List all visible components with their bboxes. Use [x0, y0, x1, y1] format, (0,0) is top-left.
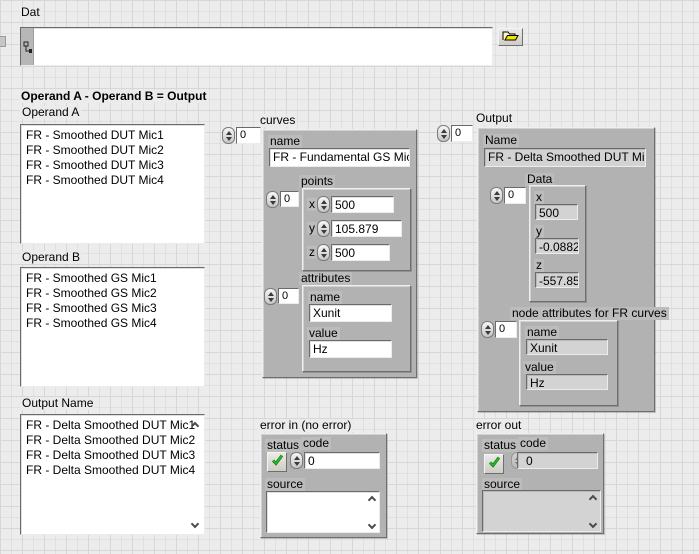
node-attr-value-label: value [523, 361, 556, 374]
data-y-field: -0.08823 [535, 238, 579, 254]
check-icon [271, 453, 284, 471]
point-y-spinner[interactable] [317, 220, 330, 237]
error-in-status-button[interactable] [267, 452, 287, 472]
error-out-code-label: code [518, 437, 548, 450]
point-y-label: y [307, 222, 317, 235]
error-in-code-label: code [301, 437, 331, 450]
list-item: FR - Smoothed DUT Mic3 [26, 158, 199, 173]
list-item: FR - Delta Smoothed DUT Mic4 [26, 463, 199, 478]
error-in-source-field[interactable] [266, 491, 380, 533]
point-z-field[interactable]: 500 [331, 244, 390, 261]
browse-button[interactable] [498, 28, 523, 46]
check-icon [488, 455, 501, 473]
attribute-value-field[interactable]: Hz [309, 340, 392, 358]
output-name-label: Output Name [20, 397, 95, 410]
list-item: FR - Smoothed GS Mic1 [26, 271, 199, 286]
attributes-label: attributes [299, 272, 352, 285]
output-name-field-label: Name [483, 134, 519, 147]
curves-index-value[interactable]: 0 [236, 127, 261, 144]
attribute-name-label: name [308, 291, 342, 304]
node-attributes-label: node attributes for FR curves [510, 307, 669, 320]
error-out-label: error out [474, 419, 523, 432]
point-x-field[interactable]: 500 [331, 196, 394, 213]
node-attributes-index-spinner[interactable] [481, 321, 494, 338]
points-index-value[interactable]: 0 [280, 191, 299, 207]
operand-b-listbox[interactable]: FR - Smoothed GS Mic1 FR - Smoothed GS M… [20, 267, 205, 387]
attribute-value-label: value [307, 327, 340, 340]
list-item: FR - Delta Smoothed DUT Mic2 [26, 433, 199, 448]
labview-front-panel: { "colors":{"status_ok_green":"#1da11d",… [0, 0, 699, 554]
node-attr-name-field: Xunit [526, 339, 608, 355]
node-attr-name-label: name [525, 326, 559, 339]
output-name-field: FR - Delta Smoothed DUT Mic1 [484, 148, 646, 167]
data-z-field: -557.857 [535, 272, 579, 288]
path-symbol-icon [23, 41, 33, 58]
list-item: FR - Delta Smoothed DUT Mic1 [26, 418, 199, 433]
open-folder-icon [502, 28, 519, 46]
node-attributes-index-value[interactable]: 0 [495, 321, 517, 338]
operand-b-label: Operand B [20, 251, 82, 264]
panel-edge-decoration [0, 36, 6, 47]
point-z-spinner[interactable] [317, 244, 330, 261]
list-item: FR - Smoothed GS Mic4 [26, 316, 199, 331]
curves-index-spinner[interactable] [222, 127, 235, 144]
operand-a-label: Operand A [20, 106, 81, 119]
output-index-value[interactable]: 0 [451, 125, 473, 142]
list-item: FR - Smoothed DUT Mic2 [26, 143, 199, 158]
list-item: FR - Smoothed GS Mic2 [26, 286, 199, 301]
node-attr-value-field: Hz [526, 374, 608, 390]
error-in-code-spinner[interactable] [290, 452, 303, 469]
path-input[interactable] [20, 27, 493, 66]
point-x-label: x [307, 198, 317, 211]
attribute-name-field[interactable]: Xunit [309, 304, 392, 322]
error-out-status-label: status [482, 439, 518, 452]
output-index-spinner[interactable] [437, 125, 450, 142]
data-y-label: y [534, 225, 544, 238]
list-item: FR - Smoothed DUT Mic4 [26, 173, 199, 188]
data-index-value[interactable]: 0 [504, 187, 526, 204]
list-item: FR - Delta Smoothed DUT Mic3 [26, 448, 199, 463]
attributes-index-value[interactable]: 0 [278, 288, 299, 304]
curves-label: curves [258, 114, 297, 127]
curve-name-label: name [268, 135, 302, 148]
point-y-field[interactable]: 105.879 [331, 220, 402, 237]
attributes-index-spinner[interactable] [264, 288, 277, 305]
output-label: Output [474, 112, 514, 125]
error-in-source-label: source [265, 478, 305, 491]
output-name-listbox[interactable]: FR - Delta Smoothed DUT Mic1 FR - Delta … [20, 414, 205, 535]
data-z-label: z [534, 259, 544, 272]
error-out-code-field: 0 [517, 452, 598, 469]
error-out-source-field [482, 490, 601, 532]
section-heading: Operand A - Operand B = Output [19, 90, 208, 103]
list-item: FR - Smoothed DUT Mic1 [26, 128, 199, 143]
operand-a-listbox[interactable]: FR - Smoothed DUT Mic1 FR - Smoothed DUT… [20, 124, 205, 244]
curve-name-field[interactable]: FR - Fundamental GS Mic1 [269, 148, 410, 167]
data-x-field: 500 [535, 204, 578, 220]
point-x-spinner[interactable] [317, 196, 330, 213]
data-x-label: x [534, 191, 544, 204]
list-item: FR - Smoothed GS Mic3 [26, 301, 199, 316]
point-z-label: z [307, 246, 317, 259]
path-control-label: Dat [19, 6, 42, 19]
points-index-spinner[interactable] [266, 191, 279, 208]
error-in-code-field[interactable]: 0 [304, 452, 380, 469]
data-index-spinner[interactable] [490, 187, 503, 204]
error-out-status-indicator [484, 454, 504, 474]
error-in-status-label: status [265, 439, 301, 452]
points-label: points [299, 175, 335, 188]
error-in-label: error in (no error) [258, 419, 353, 432]
